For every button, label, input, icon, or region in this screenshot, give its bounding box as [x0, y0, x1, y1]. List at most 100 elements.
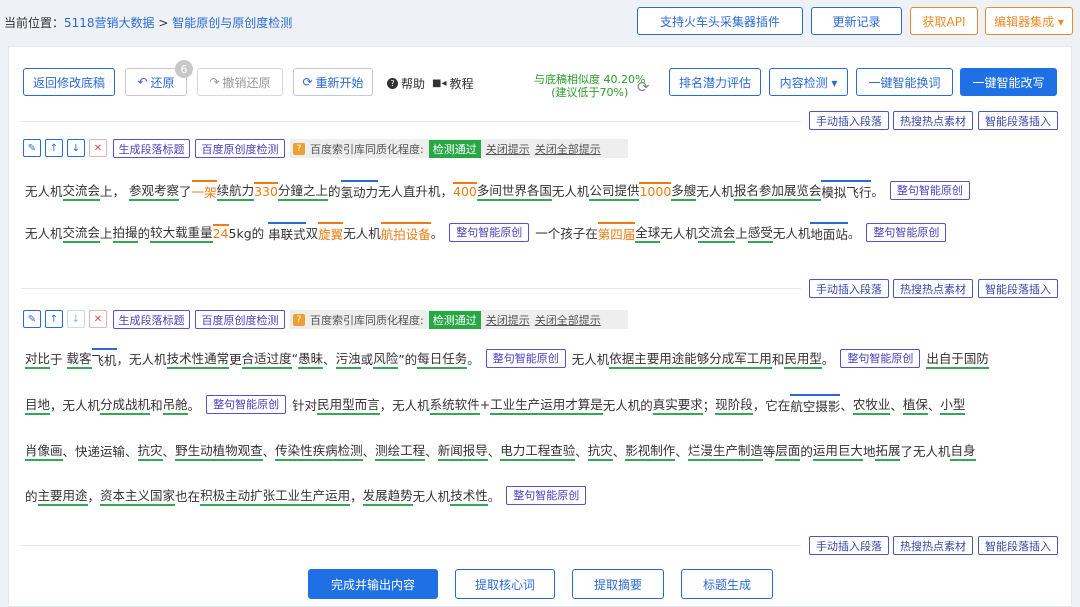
highlighted-word[interactable]: 现阶段: [715, 394, 753, 415]
smart-original-tag[interactable]: 整句智能原创: [889, 180, 970, 200]
gen-para-title-button[interactable]: 生成段落标题: [113, 310, 190, 329]
delete-icon[interactable]: ✕: [89, 310, 107, 328]
smart-original-tag[interactable]: 整句智能原创: [506, 485, 587, 505]
highlighted-word[interactable]: 才算是: [565, 394, 603, 415]
highlighted-word[interactable]: 技术性: [166, 348, 205, 369]
baidu-check-button[interactable]: 百度原创度检测: [195, 310, 285, 329]
highlighted-word[interactable]: 交流会: [697, 222, 736, 243]
highlighted-word[interactable]: 全球: [635, 222, 661, 243]
highlighted-word[interactable]: 一架: [191, 179, 217, 201]
highlighted-word[interactable]: 分成: [709, 348, 735, 369]
highlighted-word[interactable]: 主要用途: [634, 348, 685, 369]
highlighted-word[interactable]: 吊舱: [162, 394, 188, 415]
highlighted-word[interactable]: 自身: [950, 440, 976, 461]
highlighted-word[interactable]: 要求: [677, 394, 703, 415]
manual-insert-button[interactable]: 手动插入段落: [809, 279, 889, 298]
highlighted-word[interactable]: 民用型: [784, 348, 822, 369]
delete-icon[interactable]: ✕: [89, 139, 107, 157]
highlighted-word[interactable]: 参观考察: [129, 180, 180, 201]
highlighted-word[interactable]: 新闻报导: [437, 440, 488, 461]
help-link[interactable]: ? 帮助: [387, 75, 425, 92]
highlighted-word[interactable]: 1000: [639, 181, 672, 199]
hot-material-button[interactable]: 热搜热点素材: [893, 279, 973, 298]
highlighted-word[interactable]: 较大: [150, 222, 176, 243]
highlighted-word[interactable]: 第四届: [597, 221, 636, 243]
move-down-icon[interactable]: ↓: [67, 139, 85, 157]
edit-icon[interactable]: ✎: [23, 310, 41, 328]
highlighted-word[interactable]: 国防: [963, 348, 989, 369]
highlighted-word[interactable]: 提供: [614, 180, 640, 201]
move-down-icon[interactable]: ↓: [67, 310, 85, 328]
refresh-similarity-icon[interactable]: ⟳: [637, 78, 650, 96]
highlighted-word[interactable]: 载客: [66, 348, 92, 369]
highlighted-word[interactable]: 系统软件: [429, 394, 480, 415]
highlighted-word[interactable]: 烂漫: [687, 440, 713, 461]
highlighted-word[interactable]: 对比: [25, 348, 51, 369]
edit-icon[interactable]: ✎: [23, 139, 41, 157]
smart-original-tag[interactable]: 整句智能原创: [206, 394, 287, 414]
get-api-button[interactable]: 获取API: [910, 7, 978, 35]
smart-rewrite-button[interactable]: 一键智能改写: [960, 68, 1057, 96]
highlighted-word[interactable]: 运用: [325, 485, 351, 506]
highlighted-word[interactable]: 合适: [241, 348, 267, 369]
highlighted-word[interactable]: 肖像画: [25, 440, 63, 461]
highlighted-word[interactable]: 小型: [940, 394, 966, 415]
highlighted-word[interactable]: 电力工程: [500, 440, 551, 461]
highlighted-word[interactable]: 感受: [747, 222, 773, 243]
manual-insert-button[interactable]: 手动插入段落: [809, 111, 889, 130]
smart-insert-button[interactable]: 智能段落插入: [978, 536, 1058, 555]
highlighted-word[interactable]: 旋翼: [318, 221, 344, 243]
close-all-tips-link[interactable]: 关闭全部提示: [535, 312, 601, 328]
highlighted-word[interactable]: 拓展: [875, 440, 901, 461]
highlighted-word[interactable]: 影视制作: [625, 440, 676, 461]
highlighted-word[interactable]: 航空摄影: [790, 393, 841, 415]
highlighted-word[interactable]: 而言: [354, 394, 380, 415]
highlighted-word[interactable]: 报名参加: [733, 180, 784, 201]
smart-original-tag[interactable]: 整句智能原创: [866, 222, 947, 242]
highlighted-word[interactable]: 积极主动: [200, 485, 251, 506]
changelog-button[interactable]: 更新记录: [811, 7, 902, 35]
undo-restore-button[interactable]: ↷ 撤销还原: [197, 68, 283, 96]
hot-material-button[interactable]: 热搜热点素材: [893, 536, 973, 555]
highlighted-word[interactable]: 查验: [550, 440, 576, 461]
smart-insert-button[interactable]: 智能段落插入: [978, 279, 1058, 298]
highlighted-word[interactable]: 交流会: [62, 222, 101, 243]
highlighted-word[interactable]: 运用: [540, 394, 566, 415]
highlighted-word[interactable]: 层面: [775, 440, 801, 461]
highlighted-word[interactable]: 观查: [237, 440, 263, 461]
highlighted-word[interactable]: 愚昧: [298, 348, 324, 369]
gen-para-title-button[interactable]: 生成段落标题: [113, 139, 190, 158]
highlighted-word[interactable]: 真实: [652, 394, 678, 415]
highlighted-word[interactable]: 风险: [373, 348, 399, 369]
highlighted-word[interactable]: 野生动植物: [175, 440, 238, 461]
back-edit-button[interactable]: 返回修改底稿: [23, 68, 115, 96]
highlighted-word[interactable]: 分鐘: [277, 180, 303, 201]
highlighted-word[interactable]: 军工用: [734, 348, 772, 369]
smart-original-tag[interactable]: 整句智能原创: [449, 222, 530, 242]
smart-original-tag[interactable]: 整句智能原创: [840, 348, 921, 368]
highlighted-word[interactable]: 氢动力: [340, 179, 379, 201]
highlighted-word[interactable]: 工业生产: [275, 485, 326, 506]
highlighted-word[interactable]: 交流会: [62, 180, 101, 201]
tutorial-link[interactable]: ■◂ 教程: [432, 75, 473, 92]
highlighted-word[interactable]: 污浊: [335, 348, 361, 369]
highlighted-word[interactable]: 330: [254, 181, 278, 199]
plugin-button[interactable]: 支持火车头采集器插件: [637, 7, 803, 35]
breadcrumb-link-5118[interactable]: 5118营销大数据: [64, 16, 155, 30]
highlighted-word[interactable]: 扩张: [250, 485, 276, 506]
highlighted-word[interactable]: 技术性: [450, 485, 488, 506]
hot-material-button[interactable]: 热搜热点素材: [893, 111, 973, 130]
highlighted-word[interactable]: 抗灾: [587, 440, 613, 461]
highlighted-word[interactable]: 运用: [812, 440, 838, 461]
extract-keywords-button[interactable]: 提取核心词: [455, 569, 555, 599]
highlighted-word[interactable]: 传染性疾病: [275, 440, 338, 461]
highlighted-word[interactable]: 生产制造: [712, 440, 763, 461]
restart-button[interactable]: ⟳ 重新开始: [293, 68, 373, 96]
highlighted-word[interactable]: 24: [212, 223, 229, 241]
highlighted-word[interactable]: 工业生产: [490, 394, 541, 415]
highlighted-word[interactable]: 分成: [100, 394, 126, 415]
close-tip-link[interactable]: 关闭提示: [486, 141, 530, 157]
highlighted-word[interactable]: 公司: [589, 180, 615, 201]
smart-insert-button[interactable]: 智能段落插入: [978, 111, 1058, 130]
highlighted-word[interactable]: 通常: [204, 348, 230, 369]
